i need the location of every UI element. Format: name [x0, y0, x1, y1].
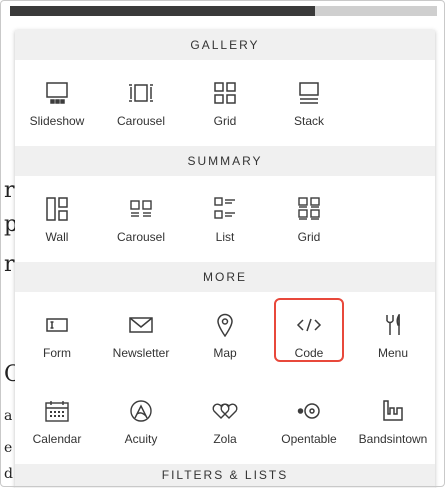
block-label: Grid	[213, 114, 237, 128]
block-calendar[interactable]: Calendar	[15, 378, 99, 464]
block-label: Zola	[213, 432, 237, 446]
block-newsletter[interactable]: Newsletter	[99, 292, 183, 378]
block-wall[interactable]: Wall	[15, 176, 99, 262]
map-pin-icon	[212, 312, 238, 338]
block-form[interactable]: Form	[15, 292, 99, 378]
wall-icon	[44, 196, 70, 222]
editor-top-bar	[10, 6, 315, 16]
background-glyph: e	[4, 440, 13, 456]
block-acuity[interactable]: Acuity	[99, 378, 183, 464]
block-label: Wall	[45, 230, 69, 244]
background-glyph: r	[4, 252, 15, 277]
block-label: Carousel	[116, 114, 166, 128]
add-block-menu: GALLERY Slideshow Carousel Grid Stack SU…	[15, 30, 435, 488]
summary-grid: Wall Carousel List Grid	[15, 176, 435, 262]
block-summary-grid[interactable]: Grid	[267, 176, 351, 262]
summary-grid-icon	[296, 196, 322, 222]
block-label: Menu	[377, 346, 409, 360]
block-label: Bandsintown	[358, 432, 428, 446]
background-glyph: a	[4, 408, 13, 424]
code-icon	[296, 312, 322, 338]
background-glyph: d	[4, 466, 13, 482]
fork-knife-icon	[380, 312, 406, 338]
block-label: Code	[294, 346, 324, 360]
block-label: Form	[43, 346, 71, 360]
block-label: Stack	[293, 114, 324, 128]
block-map[interactable]: Map	[183, 292, 267, 378]
opentable-icon	[296, 398, 322, 424]
block-label: Newsletter	[112, 346, 170, 360]
screenshot-canvas: r p r O a e d GALLERY Slideshow Carousel…	[0, 0, 446, 488]
section-header-gallery: GALLERY	[15, 30, 435, 60]
zola-icon	[212, 398, 238, 424]
block-summary-carousel[interactable]: Carousel	[99, 176, 183, 262]
block-label: Acuity	[124, 432, 158, 446]
block-label: Slideshow	[29, 114, 85, 128]
section-header-more: MORE	[15, 262, 435, 292]
envelope-icon	[128, 312, 154, 338]
block-label: List	[215, 230, 235, 244]
form-icon	[44, 312, 70, 338]
block-label: Grid	[297, 230, 321, 244]
block-label: Opentable	[281, 432, 337, 446]
bandsintown-icon	[380, 398, 406, 424]
block-opentable[interactable]: Opentable	[267, 378, 351, 464]
section-header-filters: FILTERS & LISTS	[15, 464, 435, 488]
summary-carousel-icon	[128, 196, 154, 222]
section-header-summary: SUMMARY	[15, 146, 435, 176]
block-label: Calendar	[32, 432, 82, 446]
block-code[interactable]: Code	[267, 292, 351, 378]
block-bandsintown[interactable]: Bandsintown	[351, 378, 435, 464]
block-zola[interactable]: Zola	[183, 378, 267, 464]
grid-icon	[212, 80, 238, 106]
slideshow-icon	[44, 80, 70, 106]
list-icon	[212, 196, 238, 222]
gallery-grid: Slideshow Carousel Grid Stack	[15, 60, 435, 146]
acuity-icon	[128, 398, 154, 424]
block-list[interactable]: List	[183, 176, 267, 262]
block-label: Map	[213, 346, 237, 360]
editor-top-bar-track	[315, 6, 437, 16]
block-slideshow[interactable]: Slideshow	[15, 60, 99, 146]
more-grid: Form Newsletter Map Code Menu Calendar A…	[15, 292, 435, 464]
carousel-icon	[128, 80, 154, 106]
calendar-icon	[44, 398, 70, 424]
stack-icon	[296, 80, 322, 106]
block-carousel[interactable]: Carousel	[99, 60, 183, 146]
block-grid[interactable]: Grid	[183, 60, 267, 146]
block-label: Carousel	[116, 230, 166, 244]
block-stack[interactable]: Stack	[267, 60, 351, 146]
background-glyph: r	[4, 178, 15, 203]
block-menu[interactable]: Menu	[351, 292, 435, 378]
